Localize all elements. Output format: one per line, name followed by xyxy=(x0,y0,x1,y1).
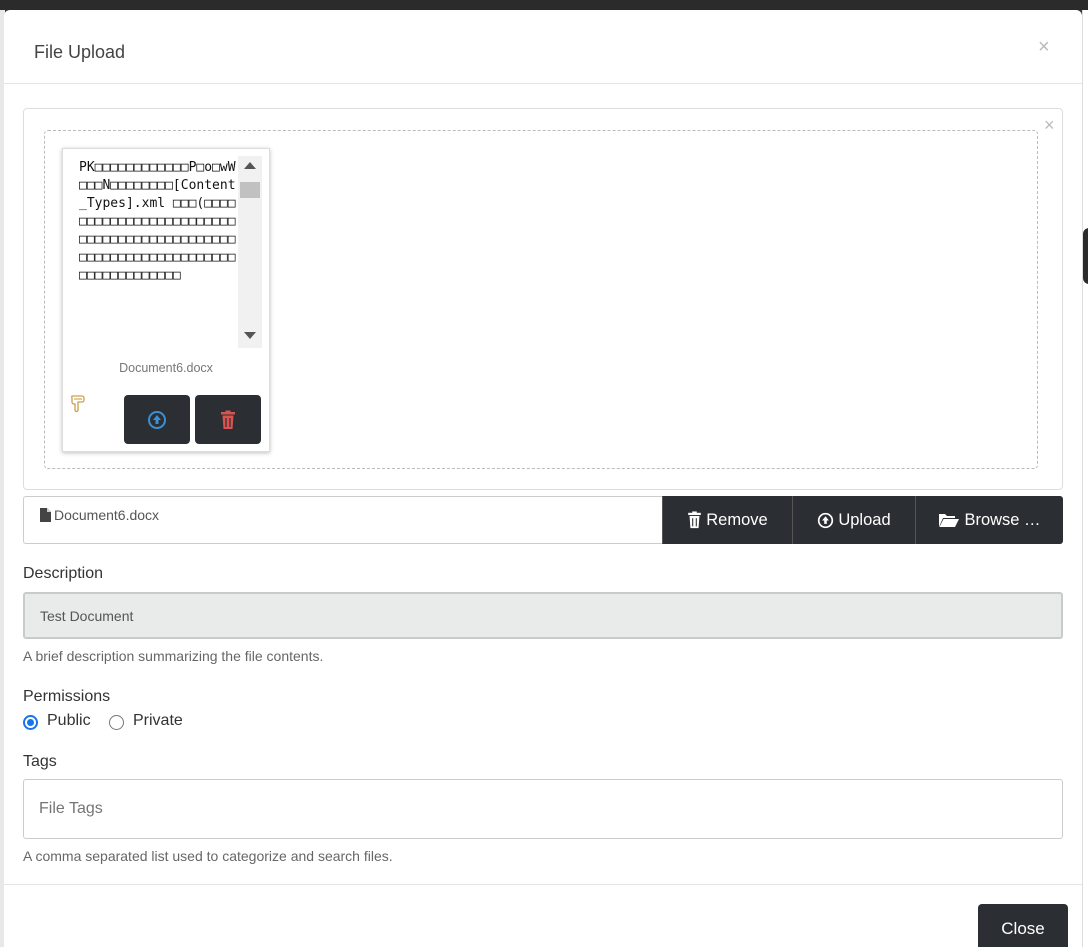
description-label: Description xyxy=(23,565,104,582)
upload-button[interactable]: Upload xyxy=(792,496,915,544)
close-button[interactable]: Close xyxy=(978,904,1068,947)
remove-button-label: Remove xyxy=(706,510,768,529)
thumbnail-delete-button[interactable] xyxy=(195,395,261,444)
scroll-thumb[interactable] xyxy=(240,182,260,198)
upload-circle-icon xyxy=(148,410,166,429)
public-radio[interactable] xyxy=(23,715,38,730)
modal-header: File Upload × xyxy=(4,10,1082,84)
preview-scrollbar[interactable] xyxy=(238,156,262,348)
modal-close-button[interactable]: × xyxy=(1038,36,1050,59)
permissions-label: Permissions xyxy=(23,688,111,705)
drop-zone[interactable]: PK□□□□□□□□□□□□P□o□wW□□□N□□□□□□□□[Content… xyxy=(44,130,1038,469)
description-field[interactable]: Test Document xyxy=(23,592,1063,639)
browse-button[interactable]: Browse … xyxy=(915,496,1063,544)
selected-file-name: Document6.docx xyxy=(54,507,160,523)
tags-label: Tags xyxy=(23,753,57,770)
file-icon xyxy=(40,508,51,522)
browse-button-label: Browse … xyxy=(964,510,1041,529)
folder-open-icon xyxy=(939,514,960,527)
public-radio-label[interactable]: Public xyxy=(47,712,91,730)
trash-icon xyxy=(688,511,702,529)
tags-help-text: A comma separated list used to categoriz… xyxy=(23,848,393,864)
trash-icon xyxy=(221,410,235,429)
private-radio[interactable] xyxy=(109,715,124,730)
remove-button[interactable]: Remove xyxy=(662,496,792,544)
file-input-group: Document6.docx Remove Upload Browse … xyxy=(23,496,1063,544)
footer-divider xyxy=(4,884,1082,885)
background-topbar xyxy=(0,0,1088,10)
thumbnail-file-name: Document6.docx xyxy=(119,361,213,375)
private-radio-label[interactable]: Private xyxy=(133,712,183,730)
file-content-preview: PK□□□□□□□□□□□□P□o□wW□□□N□□□□□□□□[Content… xyxy=(79,160,236,283)
preview-clear-button[interactable]: × xyxy=(1044,115,1055,136)
file-preview-panel: × PK□□□□□□□□□□□□P□o□wW□□□N□□□□□□□□[Conte… xyxy=(23,108,1063,490)
description-help-text: A brief description summarizing the file… xyxy=(23,648,324,664)
file-upload-modal: File Upload × × PK□□□□□□□□□□□□P□o□wW□□□N… xyxy=(4,10,1082,947)
background-button xyxy=(1083,228,1088,284)
scroll-down-arrow-icon[interactable] xyxy=(244,332,256,339)
selected-file-field[interactable]: Document6.docx xyxy=(23,496,663,544)
hand-pointer-icon xyxy=(71,395,85,413)
thumbnail-upload-button[interactable] xyxy=(124,395,190,444)
upload-circle-icon xyxy=(818,512,834,528)
background-page-right xyxy=(1082,10,1088,947)
modal-title: File Upload xyxy=(34,42,126,62)
upload-button-label: Upload xyxy=(838,510,891,529)
scroll-up-arrow-icon[interactable] xyxy=(244,162,256,169)
tags-input[interactable] xyxy=(23,779,1063,839)
file-thumbnail: PK□□□□□□□□□□□□P□o□wW□□□N□□□□□□□□[Content… xyxy=(62,148,270,452)
